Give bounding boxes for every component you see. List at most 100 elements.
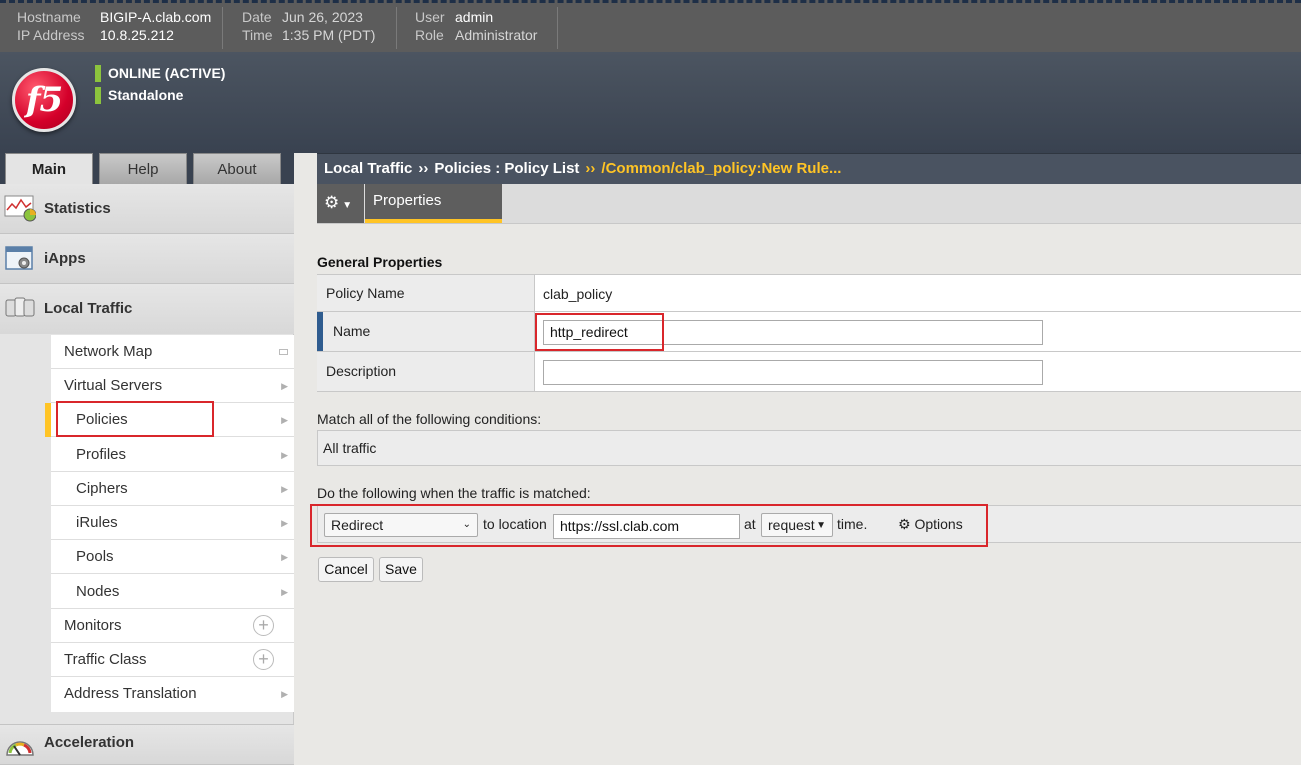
iapps-icon	[5, 246, 33, 270]
sidebar-item-address-translation[interactable]: Address Translation ▶	[51, 677, 294, 711]
sidebar-section-statistics[interactable]: Statistics	[0, 184, 294, 234]
breadcrumb-policy-list[interactable]: Policies : Policy List	[434, 160, 579, 177]
sidebar-item-ciphers[interactable]: Ciphers ▶	[51, 472, 294, 506]
action-type-select[interactable]: Redirect ⌄	[324, 513, 478, 537]
breadcrumb-separator: ››	[418, 160, 429, 177]
local-traffic-icon	[5, 297, 35, 317]
time-label: Time	[242, 27, 273, 43]
sidebar-item-traffic-class[interactable]: Traffic Class +	[51, 643, 294, 677]
sidebar-item-label: Monitors	[64, 617, 122, 634]
chevron-right-icon: ▶	[281, 450, 288, 460]
sidebar-item-profiles[interactable]: Profiles ▶	[51, 438, 294, 472]
policy-name-value: clab_policy	[543, 286, 613, 302]
sidebar-section-label: iApps	[44, 250, 86, 267]
action-type-value: Redirect	[331, 517, 384, 533]
sidebar-item-pools[interactable]: Pools ▶	[51, 540, 294, 574]
tab-help[interactable]: Help	[99, 153, 187, 184]
sidebar-section-acceleration[interactable]: Acceleration	[0, 724, 294, 765]
name-input[interactable]: http_redirect	[543, 320, 1043, 345]
statistics-icon	[4, 195, 36, 222]
chevron-right-icon: ▶	[281, 518, 288, 528]
at-text: at	[744, 516, 756, 532]
chevron-right-icon: ▶	[281, 415, 288, 425]
ip-label: IP Address	[17, 27, 85, 43]
breadcrumb-separator: ››	[585, 160, 596, 177]
conditions-box: All traffic	[317, 430, 1301, 466]
sidebar-section-local-traffic[interactable]: Local Traffic	[0, 284, 294, 334]
date-label: Date	[242, 9, 272, 25]
breadcrumb-local-traffic[interactable]: Local Traffic	[324, 160, 412, 177]
section-title-general-properties: General Properties	[317, 254, 443, 270]
name-label: Name	[317, 312, 535, 351]
time-text: time.	[837, 516, 868, 532]
user-label: User	[415, 9, 445, 25]
tab-about[interactable]: About	[193, 153, 281, 184]
to-location-text: to location	[483, 516, 547, 532]
cancel-button[interactable]: Cancel	[318, 557, 374, 582]
user-info: User admin Role Administrator	[415, 8, 537, 44]
general-properties-table: Policy Name clab_policy Name http_redire…	[317, 274, 1301, 392]
user-value: admin	[455, 9, 494, 25]
local-traffic-menu: Network Map Virtual Servers ▶ Policies ▶…	[45, 335, 294, 712]
description-input[interactable]	[543, 360, 1043, 385]
chevron-right-icon: ▶	[281, 381, 288, 391]
acceleration-icon	[6, 741, 34, 756]
sidebar-item-label: iRules	[76, 514, 118, 531]
sidebar-section-iapps[interactable]: iApps	[0, 234, 294, 284]
sidebar-section-label: Local Traffic	[44, 300, 133, 317]
row-description: Description	[317, 352, 1301, 392]
status-mode[interactable]: Standalone	[95, 87, 183, 104]
save-button[interactable]: Save	[379, 557, 423, 582]
host-info: Hostname BIGIP-A.clab.com IP Address 10.8.…	[17, 8, 211, 44]
event-value: request	[768, 517, 815, 533]
row-policy-name: Policy Name clab_policy	[317, 275, 1301, 312]
gear-icon: ⚙	[898, 516, 911, 532]
add-icon[interactable]: +	[253, 615, 274, 636]
sidebar-item-label: Ciphers	[76, 480, 128, 497]
date-value: Jun 26, 2023	[282, 9, 363, 25]
divider	[222, 7, 223, 49]
sidebar-item-nodes[interactable]: Nodes ▶	[51, 575, 294, 609]
date-info: Date Jun 26, 2023 Time 1:35 PM (PDT)	[242, 8, 375, 44]
ip-value: 10.8.25.212	[100, 27, 174, 43]
role-label: Role	[415, 27, 444, 43]
description-label: Description	[317, 352, 535, 391]
event-select[interactable]: request ▼	[761, 513, 833, 537]
conditions-label: Match all of the following conditions:	[317, 411, 542, 427]
tab-properties[interactable]: Properties	[365, 184, 502, 223]
tab-main[interactable]: Main	[5, 153, 93, 184]
top-info-bar: Hostname BIGIP-A.clab.com IP Address 10.8.…	[0, 0, 1301, 52]
sidebar-item-policies[interactable]: Policies ▶	[45, 403, 294, 437]
sidebar-section-label: Acceleration	[44, 734, 135, 751]
window-icon	[279, 349, 288, 355]
sidebar-item-irules[interactable]: iRules ▶	[51, 506, 294, 540]
add-icon[interactable]: +	[253, 649, 274, 670]
sidebar-item-monitors[interactable]: Monitors +	[51, 609, 294, 643]
hostname-value: BIGIP-A.clab.com	[100, 9, 212, 25]
sidebar-item-virtual-servers[interactable]: Virtual Servers ▶	[51, 369, 294, 403]
gear-menu-button[interactable]: ⚙ ▼	[317, 184, 364, 223]
actions-label: Do the following when the traffic is mat…	[317, 485, 591, 501]
divider	[396, 7, 397, 49]
role-value: Administrator	[455, 27, 538, 43]
main-tabs: Main Help About	[0, 153, 294, 184]
options-link[interactable]: ⚙ Options	[898, 516, 963, 533]
divider	[557, 7, 558, 49]
sidebar-item-label: Network Map	[64, 343, 153, 360]
chevron-down-icon: ▼	[342, 200, 353, 211]
f5-logo[interactable]: f5	[12, 68, 76, 132]
sidebar: Statistics iApps Local Traffic Network M…	[0, 184, 294, 765]
sidebar-item-label: Virtual Servers	[64, 377, 163, 394]
sidebar-item-network-map[interactable]: Network Map	[51, 335, 294, 369]
sidebar-item-label: Policies	[76, 411, 128, 428]
sidebar-item-label: Profiles	[76, 446, 127, 463]
banner: f5 ONLINE (ACTIVE) Standalone	[0, 52, 1301, 153]
breadcrumb-current: /Common/clab_policy:New Rule...	[601, 160, 842, 177]
sidebar-item-label: Nodes	[76, 583, 120, 600]
sidebar-item-label: Pools	[76, 548, 114, 565]
chevron-down-icon: ▼	[816, 520, 826, 531]
breadcrumb: Local Traffic ›› Policies : Policy List ›› /…	[317, 153, 1301, 184]
location-input[interactable]: https://ssl.clab.com	[553, 514, 740, 539]
status-online[interactable]: ONLINE (ACTIVE)	[95, 65, 225, 82]
chevron-right-icon: ▶	[281, 552, 288, 562]
